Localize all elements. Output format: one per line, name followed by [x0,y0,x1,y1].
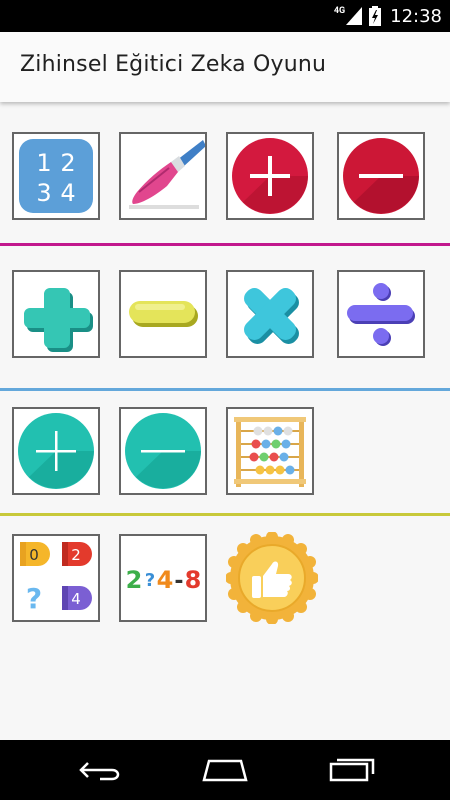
clock: 12:38 [390,5,442,27]
multiplication-3d-tile[interactable] [226,270,314,358]
seq-8: 8 [185,566,202,594]
numbers-grid-icon: 1 2 3 4 [19,139,93,213]
minus-circle-teal-icon [125,413,201,489]
seq-2: 2 [126,566,143,594]
status-bar: 4G 12:38 [0,0,450,32]
home-button[interactable] [180,740,270,800]
subtraction-teal-tile[interactable] [119,407,207,495]
section-divider-2 [0,388,450,391]
plus-circle-red-icon [232,138,308,214]
times-3d-icon [244,288,299,344]
tag-digit-2: 2 [71,546,81,564]
seq-question: ? [145,570,155,591]
addition-teal-tile[interactable] [12,407,100,495]
app-bar: Zihinsel Eğitici Zeka Oyunu [0,32,450,102]
question-mark: ? [26,582,42,615]
thumbs-up-badge-icon [225,531,319,625]
section-divider-1 [0,243,450,246]
digit-3: 3 [36,179,51,207]
tag-digit-4: 4 [71,590,81,608]
plus-3d-icon [24,288,93,352]
signal-icon [346,7,363,25]
page-title: Zihinsel Eğitici Zeka Oyunu [20,52,327,77]
division-3d-tile[interactable] [337,270,425,358]
number-pattern-tile[interactable]: 0 2 ? 4 [12,534,100,622]
numbers-1234-tile[interactable]: 1 2 3 4 [12,132,100,220]
digit-1: 1 [36,149,51,177]
plus-circle-teal-icon [18,413,94,489]
divide-3d-icon [347,283,415,346]
addition-3d-tile[interactable] [12,270,100,358]
recents-icon [329,758,375,782]
minus-3d-icon [129,301,198,327]
back-button[interactable] [55,740,145,800]
digit-4: 4 [60,179,75,207]
paint-brush-icon [129,140,205,209]
abacus-icon [234,417,306,487]
seq-dash: - [174,569,183,594]
thumbs-up-badge[interactable] [225,531,319,625]
tag-digit-0: 0 [29,546,39,564]
sequence-tile[interactable]: 2 ? 4 - 8 [119,534,207,622]
number-tags-icon: 0 2 ? 4 [20,542,92,615]
addition-red-tile[interactable] [226,132,314,220]
battery-icon [369,6,382,26]
navigation-bar [0,740,450,800]
network-type: 4G [333,6,346,16]
minus-circle-red-icon [343,138,419,214]
section-divider-3 [0,513,450,516]
subtraction-red-tile[interactable] [337,132,425,220]
abacus-tile[interactable] [226,407,314,495]
back-icon [79,762,120,781]
paint-brush-tile[interactable] [119,132,207,220]
subtraction-3d-tile[interactable] [119,270,207,358]
home-icon [202,759,248,782]
digit-2: 2 [60,149,75,177]
seq-4: 4 [157,566,174,594]
recents-button[interactable] [307,740,397,800]
sequence-icon: 2 ? 4 - 8 [126,566,202,594]
